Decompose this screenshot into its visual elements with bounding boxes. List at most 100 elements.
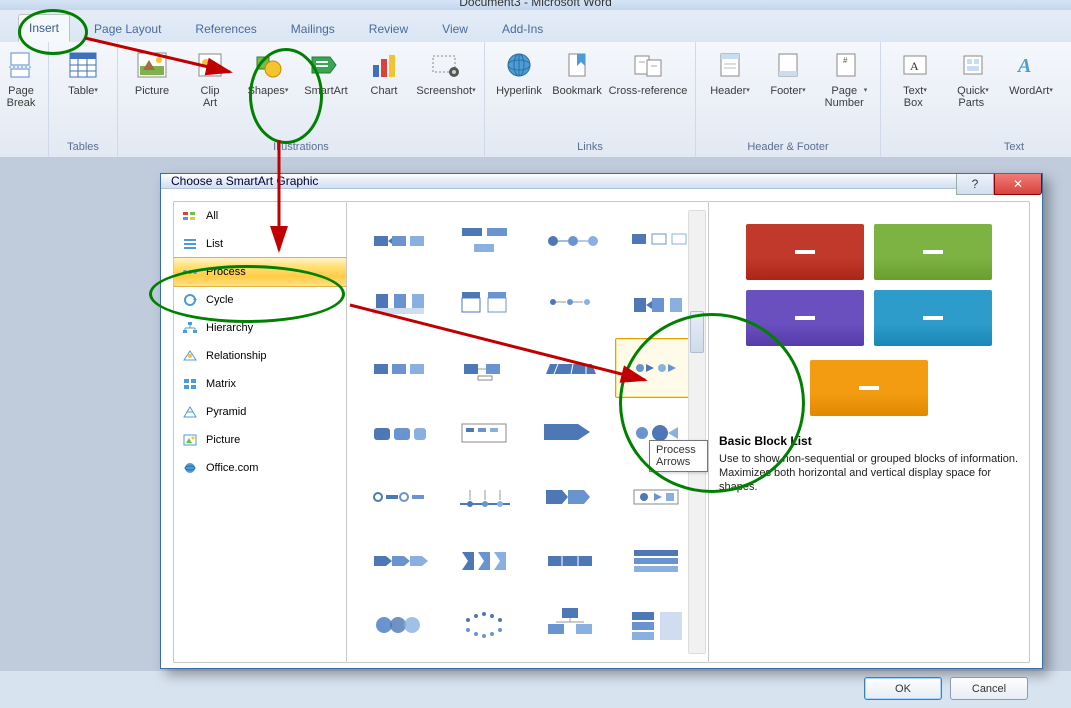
category-pyramid[interactable]: Pyramid [174, 398, 346, 426]
hyperlink-button[interactable]: Hyperlink [491, 46, 547, 112]
smartart-thumbnail[interactable] [443, 402, 527, 462]
chevron-down-icon: ▾ [746, 85, 750, 97]
smartart-thumbnail[interactable] [529, 466, 613, 526]
tab-mailings[interactable]: Mailings [281, 16, 345, 42]
footer-button[interactable]: Footer ▾ [760, 46, 816, 112]
screenshot-icon [430, 49, 462, 81]
category-cycle[interactable]: Cycle [174, 286, 346, 314]
chevron-down-icon: ▾ [285, 85, 289, 97]
tab-addins[interactable]: Add-Ins [492, 16, 553, 42]
group-label-text: Text [887, 141, 1071, 155]
tab-page-layout[interactable]: Page Layout [84, 16, 171, 42]
wordart-button[interactable]: AWordArt ▾ [1003, 46, 1059, 112]
smartart-thumbnail[interactable] [357, 530, 441, 590]
category-all[interactable]: All [174, 202, 346, 230]
thumbnail-pane: Process Arrows [347, 201, 708, 663]
smartart-thumbnail[interactable] [443, 274, 527, 334]
smartart-thumbnail[interactable] [357, 210, 441, 270]
chevron-down-icon: ▾ [472, 85, 476, 97]
preview-block [874, 224, 992, 280]
preview-title: Basic Block List [719, 434, 1019, 448]
table-button[interactable]: Table ▾ [55, 46, 111, 112]
smartart-thumbnail[interactable] [357, 274, 441, 334]
smartart-thumbnail[interactable] [357, 594, 441, 654]
text-box-button[interactable]: AText Box ▾ [887, 46, 943, 112]
smartart-thumbnail[interactable] [357, 338, 441, 398]
clip-art-button[interactable]: Clip Art [182, 46, 238, 112]
help-button[interactable]: ? [956, 174, 994, 195]
chevron-down-icon: ▾ [923, 85, 927, 97]
shapes-button[interactable]: Shapes ▾ [240, 46, 296, 112]
footer-icon [772, 49, 804, 81]
smartart-thumbnail[interactable] [615, 274, 699, 334]
smartart-thumbnail[interactable] [615, 530, 699, 590]
matrix-icon [182, 376, 198, 392]
category-list: All List Process Cycle Hierarchy Relatio… [173, 201, 347, 663]
chart-button[interactable]: Chart [356, 46, 412, 112]
category-picture[interactable]: Picture [174, 426, 346, 454]
category-office-com[interactable]: Office.com [174, 454, 346, 482]
smartart-thumbnail[interactable] [529, 338, 613, 398]
screenshot-button[interactable]: Screenshot ▾ [414, 46, 478, 112]
category-list[interactable]: List [174, 230, 346, 258]
smartart-thumbnail[interactable] [443, 210, 527, 270]
smartart-thumbnail[interactable] [443, 338, 527, 398]
chart-icon [368, 49, 400, 81]
smartart-thumbnail[interactable] [529, 530, 613, 590]
smartart-thumbnail[interactable] [357, 466, 441, 526]
smartart-thumbnail[interactable] [443, 530, 527, 590]
smartart-thumbnail[interactable] [443, 594, 527, 654]
ribbon: Page Break . Table ▾ Tables Picture Clip… [0, 42, 1071, 158]
scrollbar[interactable] [688, 210, 706, 654]
group-label-header-footer: Header & Footer [702, 141, 874, 155]
tab-review[interactable]: Review [359, 16, 418, 42]
smartart-thumbnail[interactable] [529, 402, 613, 462]
all-icon [182, 208, 198, 224]
dialog-footer: OK Cancel [161, 675, 1042, 708]
smartart-button[interactable]: SmartArt [298, 46, 354, 112]
smartart-thumbnail[interactable] [529, 210, 613, 270]
cross-reference-button[interactable]: Cross-reference [607, 46, 689, 112]
smartart-thumbnail[interactable] [615, 466, 699, 526]
smartart-thumbnail[interactable] [529, 594, 613, 654]
table-icon [67, 49, 99, 81]
shapes-icon [252, 49, 284, 81]
dialog-titlebar: Choose a SmartArt Graphic ? ✕ [161, 174, 1042, 189]
smartart-icon [310, 49, 342, 81]
page-number-button[interactable]: #Page Number ▾ [818, 46, 874, 112]
picture-button[interactable]: Picture [124, 46, 180, 112]
category-matrix[interactable]: Matrix [174, 370, 346, 398]
cancel-button[interactable]: Cancel [950, 677, 1028, 700]
smartart-thumbnail[interactable] [615, 594, 699, 654]
category-hierarchy[interactable]: Hierarchy [174, 314, 346, 342]
page-break-button[interactable]: Page Break [0, 46, 42, 112]
smartart-thumbnail[interactable] [443, 466, 527, 526]
page-break-icon [5, 49, 37, 81]
text-box-icon: A [899, 49, 931, 81]
smartart-thumbnail[interactable] [529, 274, 613, 334]
smartart-thumbnail-selected[interactable] [615, 338, 699, 398]
bookmark-icon [561, 49, 593, 81]
smartart-thumbnail[interactable] [615, 210, 699, 270]
drop-cap-button[interactable]: ADrop Cap ▾ [1061, 46, 1071, 112]
group-label-illustrations: Illustrations [124, 141, 478, 155]
ok-button[interactable]: OK [864, 677, 942, 700]
category-process[interactable]: Process [173, 257, 347, 287]
quick-parts-button[interactable]: Quick Parts ▾ [945, 46, 1001, 112]
tab-view[interactable]: View [432, 16, 478, 42]
tab-insert[interactable]: Insert [18, 14, 70, 42]
svg-text:#: # [843, 56, 848, 65]
close-button[interactable]: ✕ [994, 174, 1042, 195]
tab-references[interactable]: References [185, 16, 266, 42]
smartart-thumbnail[interactable] [357, 402, 441, 462]
category-relationship[interactable]: Relationship [174, 342, 346, 370]
bookmark-button[interactable]: Bookmark [549, 46, 605, 112]
chevron-down-icon: ▾ [1049, 85, 1053, 97]
picture-cat-icon [182, 432, 198, 448]
dialog-title: Choose a SmartArt Graphic [171, 174, 318, 188]
pyramid-icon [182, 404, 198, 420]
cycle-icon [182, 292, 198, 308]
chevron-down-icon: ▾ [94, 85, 98, 97]
scrollbar-thumb[interactable] [690, 311, 704, 353]
header-button[interactable]: Header ▾ [702, 46, 758, 112]
